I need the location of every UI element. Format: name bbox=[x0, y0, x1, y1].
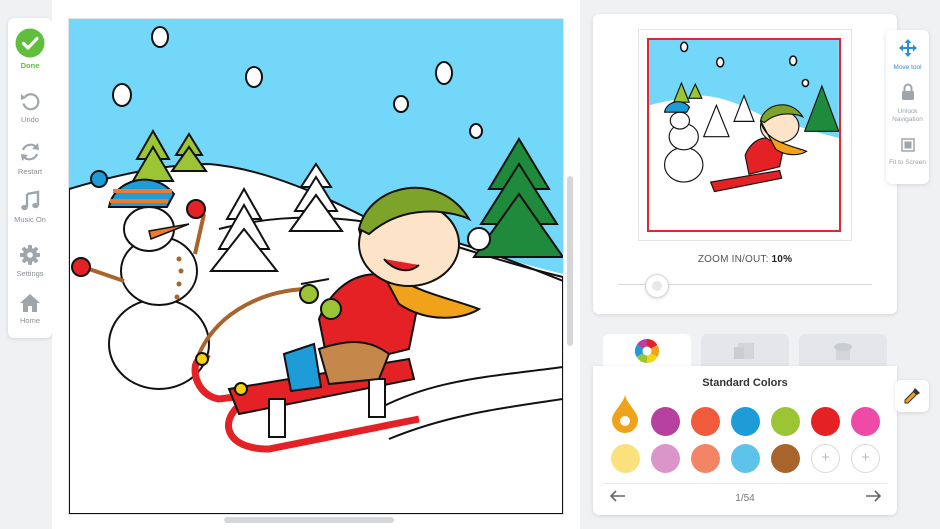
fit-screen-icon bbox=[900, 138, 915, 152]
color-swatch[interactable] bbox=[851, 407, 880, 436]
color-swatch[interactable] bbox=[611, 444, 640, 473]
unlock-navigation-label: Unlock Navigation bbox=[892, 108, 923, 123]
tab-colors[interactable] bbox=[603, 334, 691, 368]
add-color-button[interactable]: + bbox=[811, 444, 840, 473]
zoom-slider-handle[interactable] bbox=[645, 274, 669, 298]
undo-icon bbox=[21, 93, 40, 111]
done-button[interactable]: Done bbox=[8, 28, 52, 70]
tab-gradients[interactable] bbox=[799, 334, 887, 368]
texture-icon bbox=[734, 343, 754, 359]
color-swatch[interactable] bbox=[691, 444, 720, 473]
coloring-canvas[interactable] bbox=[68, 18, 564, 515]
tab-textures[interactable] bbox=[701, 334, 789, 368]
move-tool-button[interactable]: Move tool bbox=[886, 39, 929, 72]
color-swatch[interactable] bbox=[691, 407, 720, 436]
eyedropper-icon bbox=[904, 388, 920, 404]
checkmark-icon bbox=[15, 28, 45, 58]
color-swatch[interactable] bbox=[651, 407, 680, 436]
color-swatch[interactable] bbox=[651, 444, 680, 473]
settings-button[interactable]: Settings bbox=[8, 244, 52, 278]
color-swatch[interactable] bbox=[811, 407, 840, 436]
unlock-navigation-button[interactable]: Unlock Navigation bbox=[886, 83, 929, 124]
move-arrows-icon bbox=[898, 39, 917, 57]
horizontal-scrollbar[interactable] bbox=[224, 517, 394, 523]
right-toolbar: Move tool Unlock Navigation Fit to Scree… bbox=[886, 30, 929, 184]
navigator-panel: ZOOM IN/OUT: 10% bbox=[593, 14, 897, 314]
home-label: Home bbox=[19, 316, 40, 325]
zoom-value: 10% bbox=[771, 254, 793, 265]
gear-icon bbox=[20, 245, 40, 265]
music-note-icon bbox=[21, 190, 40, 211]
music-label: Music On bbox=[14, 215, 46, 224]
undo-label: Undo bbox=[21, 115, 39, 124]
selected-color-drop-icon[interactable] bbox=[610, 394, 640, 434]
restart-label: Restart bbox=[17, 167, 43, 176]
color-swatch[interactable] bbox=[771, 407, 800, 436]
palette-title: Standard Colors bbox=[702, 377, 788, 389]
zoom-label: ZOOM IN/OUT: bbox=[697, 254, 769, 265]
restart-icon bbox=[21, 143, 39, 161]
lock-icon bbox=[901, 83, 914, 100]
fit-to-screen-label: Fit to Screen bbox=[889, 159, 926, 166]
zoom-readout: ZOOM IN/OUT: 10% bbox=[593, 254, 897, 265]
fit-to-screen-button[interactable]: Fit to Screen bbox=[886, 138, 929, 167]
vertical-scrollbar[interactable] bbox=[567, 176, 573, 346]
color-wheel-icon bbox=[634, 339, 660, 363]
next-page-arrow-icon[interactable] bbox=[865, 490, 881, 502]
paint-pot-icon bbox=[834, 343, 852, 360]
restart-button[interactable]: Restart bbox=[8, 140, 52, 176]
color-swatch[interactable] bbox=[731, 444, 760, 473]
music-toggle[interactable]: Music On bbox=[8, 190, 52, 224]
thumbnail-illustration bbox=[649, 40, 839, 230]
settings-label: Settings bbox=[16, 269, 44, 278]
palette-panel: Standard Colors 1/54 + + bbox=[593, 366, 897, 515]
eyedropper-button[interactable] bbox=[895, 380, 929, 412]
done-label: Done bbox=[20, 61, 40, 70]
add-color-button[interactable]: + bbox=[851, 444, 880, 473]
undo-button[interactable]: Undo bbox=[8, 90, 52, 124]
left-toolbar: Done Undo Restart Music On Settings Home bbox=[8, 18, 52, 338]
move-tool-label: Move tool bbox=[893, 64, 922, 71]
palette-page-indicator: 1/54 bbox=[735, 493, 755, 504]
home-button[interactable]: Home bbox=[8, 293, 52, 325]
color-swatch[interactable] bbox=[731, 407, 760, 436]
navigator-thumbnail[interactable] bbox=[638, 29, 852, 241]
navigator-viewport[interactable] bbox=[647, 38, 841, 232]
home-icon bbox=[20, 294, 40, 312]
palette-divider bbox=[603, 483, 887, 484]
coloring-page-illustration[interactable] bbox=[69, 19, 563, 514]
color-swatch[interactable] bbox=[771, 444, 800, 473]
